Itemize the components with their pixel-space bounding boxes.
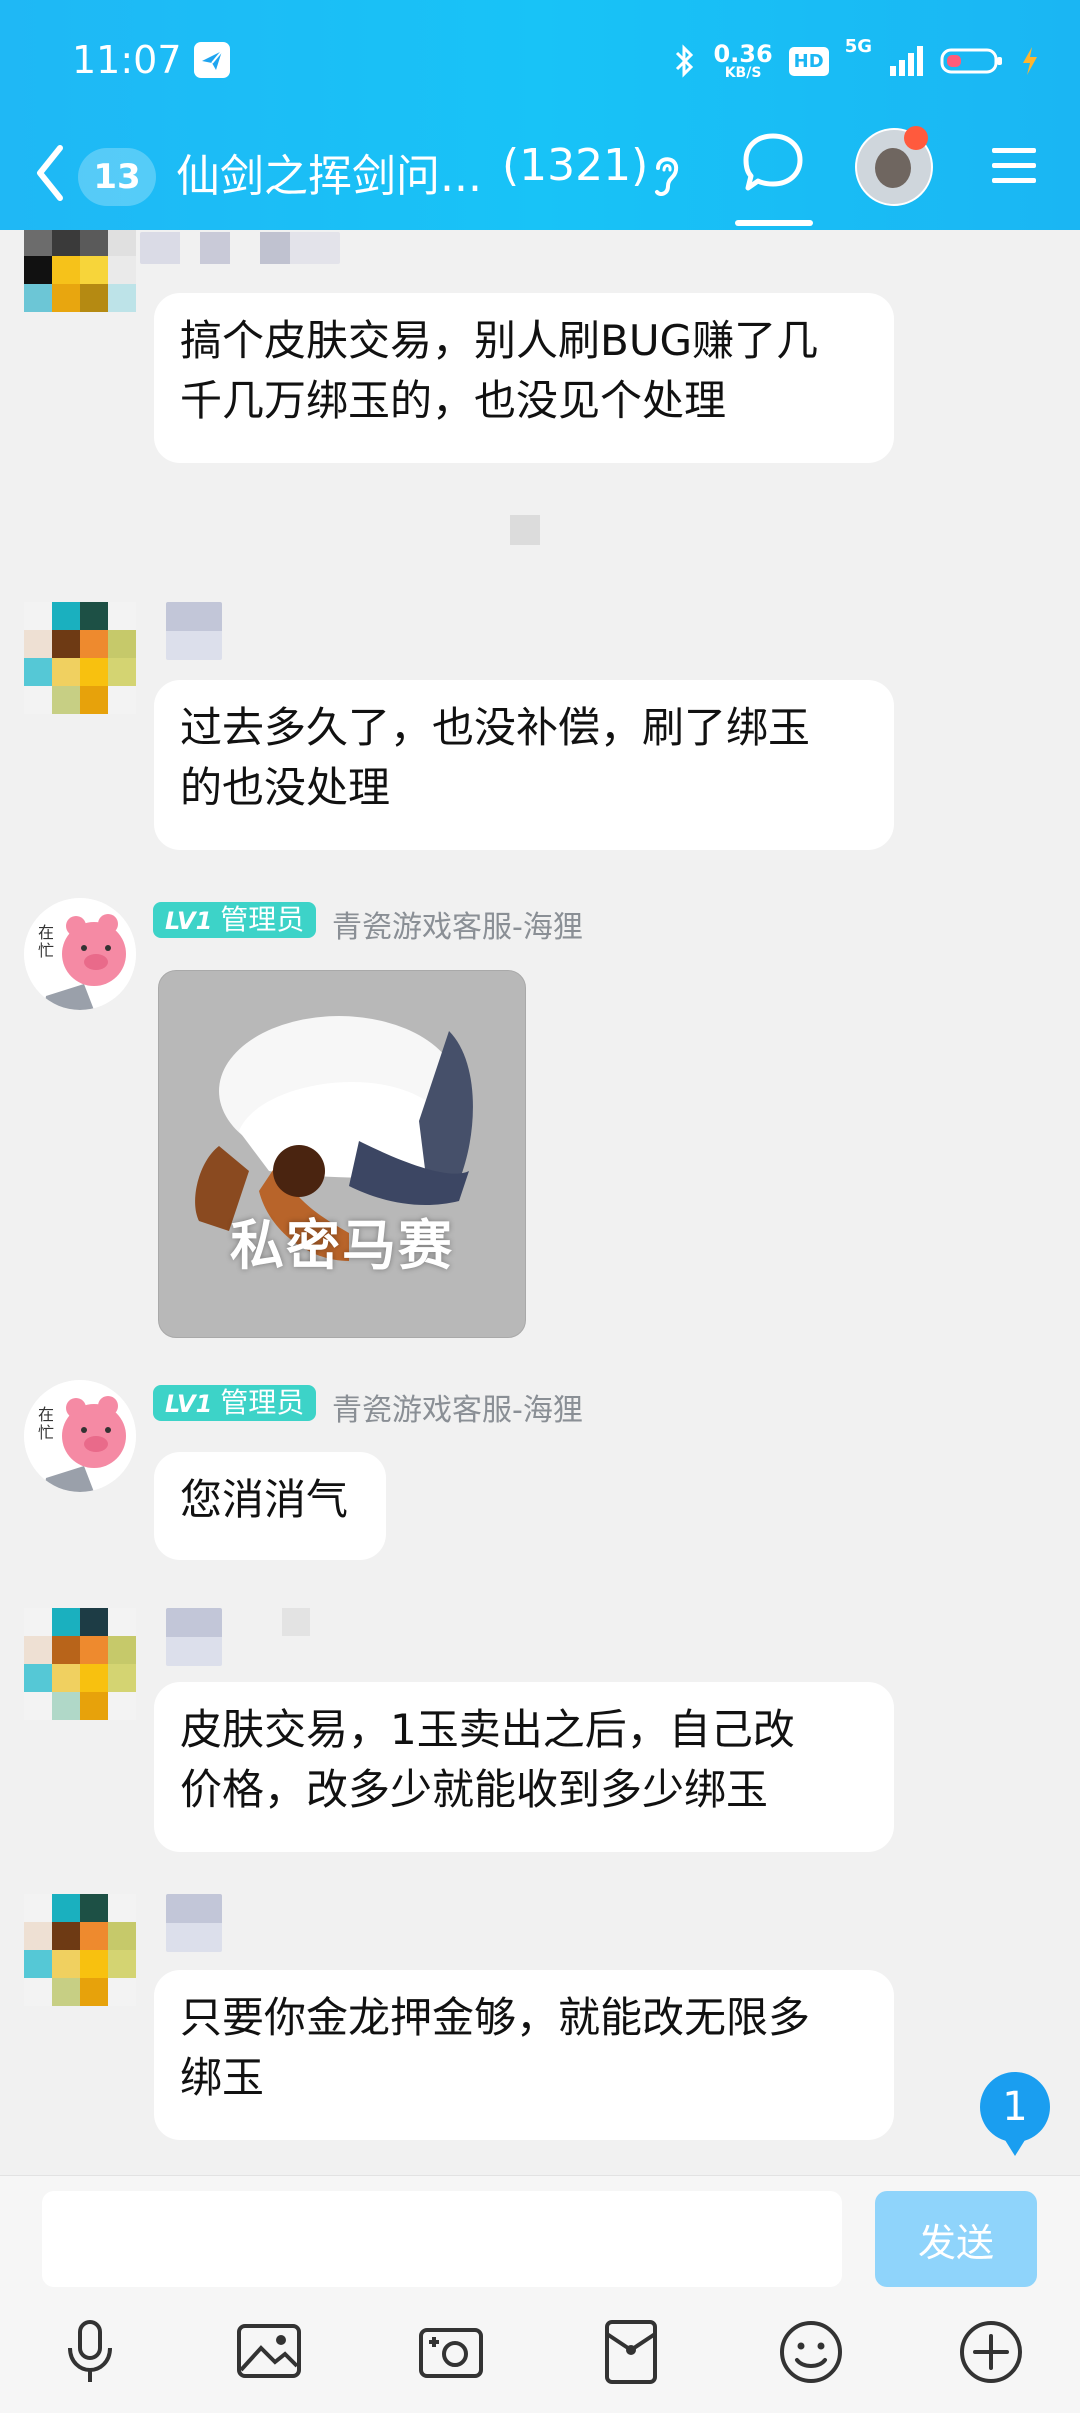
svg-text:在: 在 [38,923,54,942]
status-bar: 11:07 0.36 KB/S HD 5G [0,0,1080,120]
pink-pig-avatar[interactable]: 在忙 [24,898,136,1010]
pixelated-avatar [24,1894,136,2006]
message-list[interactable]: 搞个皮肤交易，别人刷BUG赚了几 千几万绑玉的，也没见个处理 过去多久了，也没补… [0,230,1080,2175]
svg-text:忙: 忙 [38,941,54,960]
nav-bar: 13 仙剑之挥剑问... (1321) [0,120,1080,230]
sender-name-blurred [166,1608,222,1666]
avatar[interactable] [24,602,136,714]
message-bubble[interactable]: 您消消气 [154,1452,386,1560]
earpiece-mode-icon [655,157,679,196]
red-packet-icon[interactable] [595,2316,667,2388]
bowing-man-illustration [195,1016,473,1261]
sender-name[interactable]: 青瓷游戏客服-海狸 [332,1385,583,1429]
group-member-count[interactable]: (1321) [502,140,648,191]
hd-badge: HD [788,46,829,76]
emoji-icon[interactable] [775,2316,847,2388]
message-bubble[interactable]: 搞个皮肤交易，别人刷BUG赚了几 千几万绑玉的，也没见个处理 [154,293,894,463]
sender-name-blurred [140,232,340,264]
notification-dot [904,126,928,150]
svg-text:忙: 忙 [38,1423,54,1442]
status-time: 11:07 [72,38,182,82]
avatar[interactable] [24,1894,136,2006]
new-message-badge[interactable]: 1 [980,2072,1050,2156]
battery-icon [940,48,1002,74]
chat-header: 11:07 0.36 KB/S HD 5G 13 仙剑之挥剑问... (1321… [0,0,1080,230]
blurred-divider [510,515,540,545]
sender-name[interactable]: 青瓷游戏客服-海狸 [332,902,583,946]
image-icon[interactable] [233,2316,305,2388]
unread-count-badge[interactable]: 13 [78,148,156,206]
message-input[interactable] [42,2191,842,2287]
blurred-fragment [282,1608,310,1636]
chat-bubble-tab-icon[interactable] [740,130,806,196]
pixelated-avatar [24,230,136,312]
charging-icon [1023,47,1037,75]
active-tab-indicator [735,220,813,226]
admin-role-badge: LV1 管理员 [153,902,317,938]
input-bar: 发送 [0,2175,1080,2413]
avatar[interactable] [24,1608,136,1720]
sticker-caption: 私密马赛 [230,1214,454,1277]
pixelated-avatar [24,1608,136,1720]
avatar[interactable] [24,230,136,312]
mic-icon[interactable] [54,2316,126,2388]
sticker-image[interactable]: 私密马赛 [158,970,526,1338]
back-chevron-icon[interactable] [30,138,70,208]
message-bubble[interactable]: 过去多久了，也没补偿，刷了绑玉 的也没处理 [154,680,894,850]
menu-icon[interactable] [990,142,1038,190]
camera-icon[interactable] [415,2316,487,2388]
svg-text:在: 在 [38,1405,54,1424]
group-title[interactable]: 仙剑之挥剑问... [176,140,482,204]
network-type-label: 5G [844,36,872,57]
message-bubble[interactable]: 皮肤交易，1玉卖出之后，自己改 价格，改多少就能收到多少绑玉 [154,1682,894,1852]
sender-name-blurred [166,602,222,660]
send-button[interactable]: 发送 [875,2191,1037,2287]
bluetooth-icon [676,44,694,78]
status-icons: 0.36 KB/S HD 5G [673,36,1040,86]
signal-icon [890,46,923,76]
pixelated-avatar [24,602,136,714]
plus-icon[interactable] [955,2316,1027,2388]
message-bubble[interactable]: 只要你金龙押金够，就能改无限多 绑玉 [154,1970,894,2140]
paper-plane-notification-icon [194,42,230,78]
sender-name-blurred [166,1894,222,1952]
admin-role-badge: LV1 管理员 [153,1385,317,1421]
network-speed: 0.36 KB/S [713,40,773,81]
pink-pig-avatar[interactable]: 在忙 [24,1380,136,1492]
